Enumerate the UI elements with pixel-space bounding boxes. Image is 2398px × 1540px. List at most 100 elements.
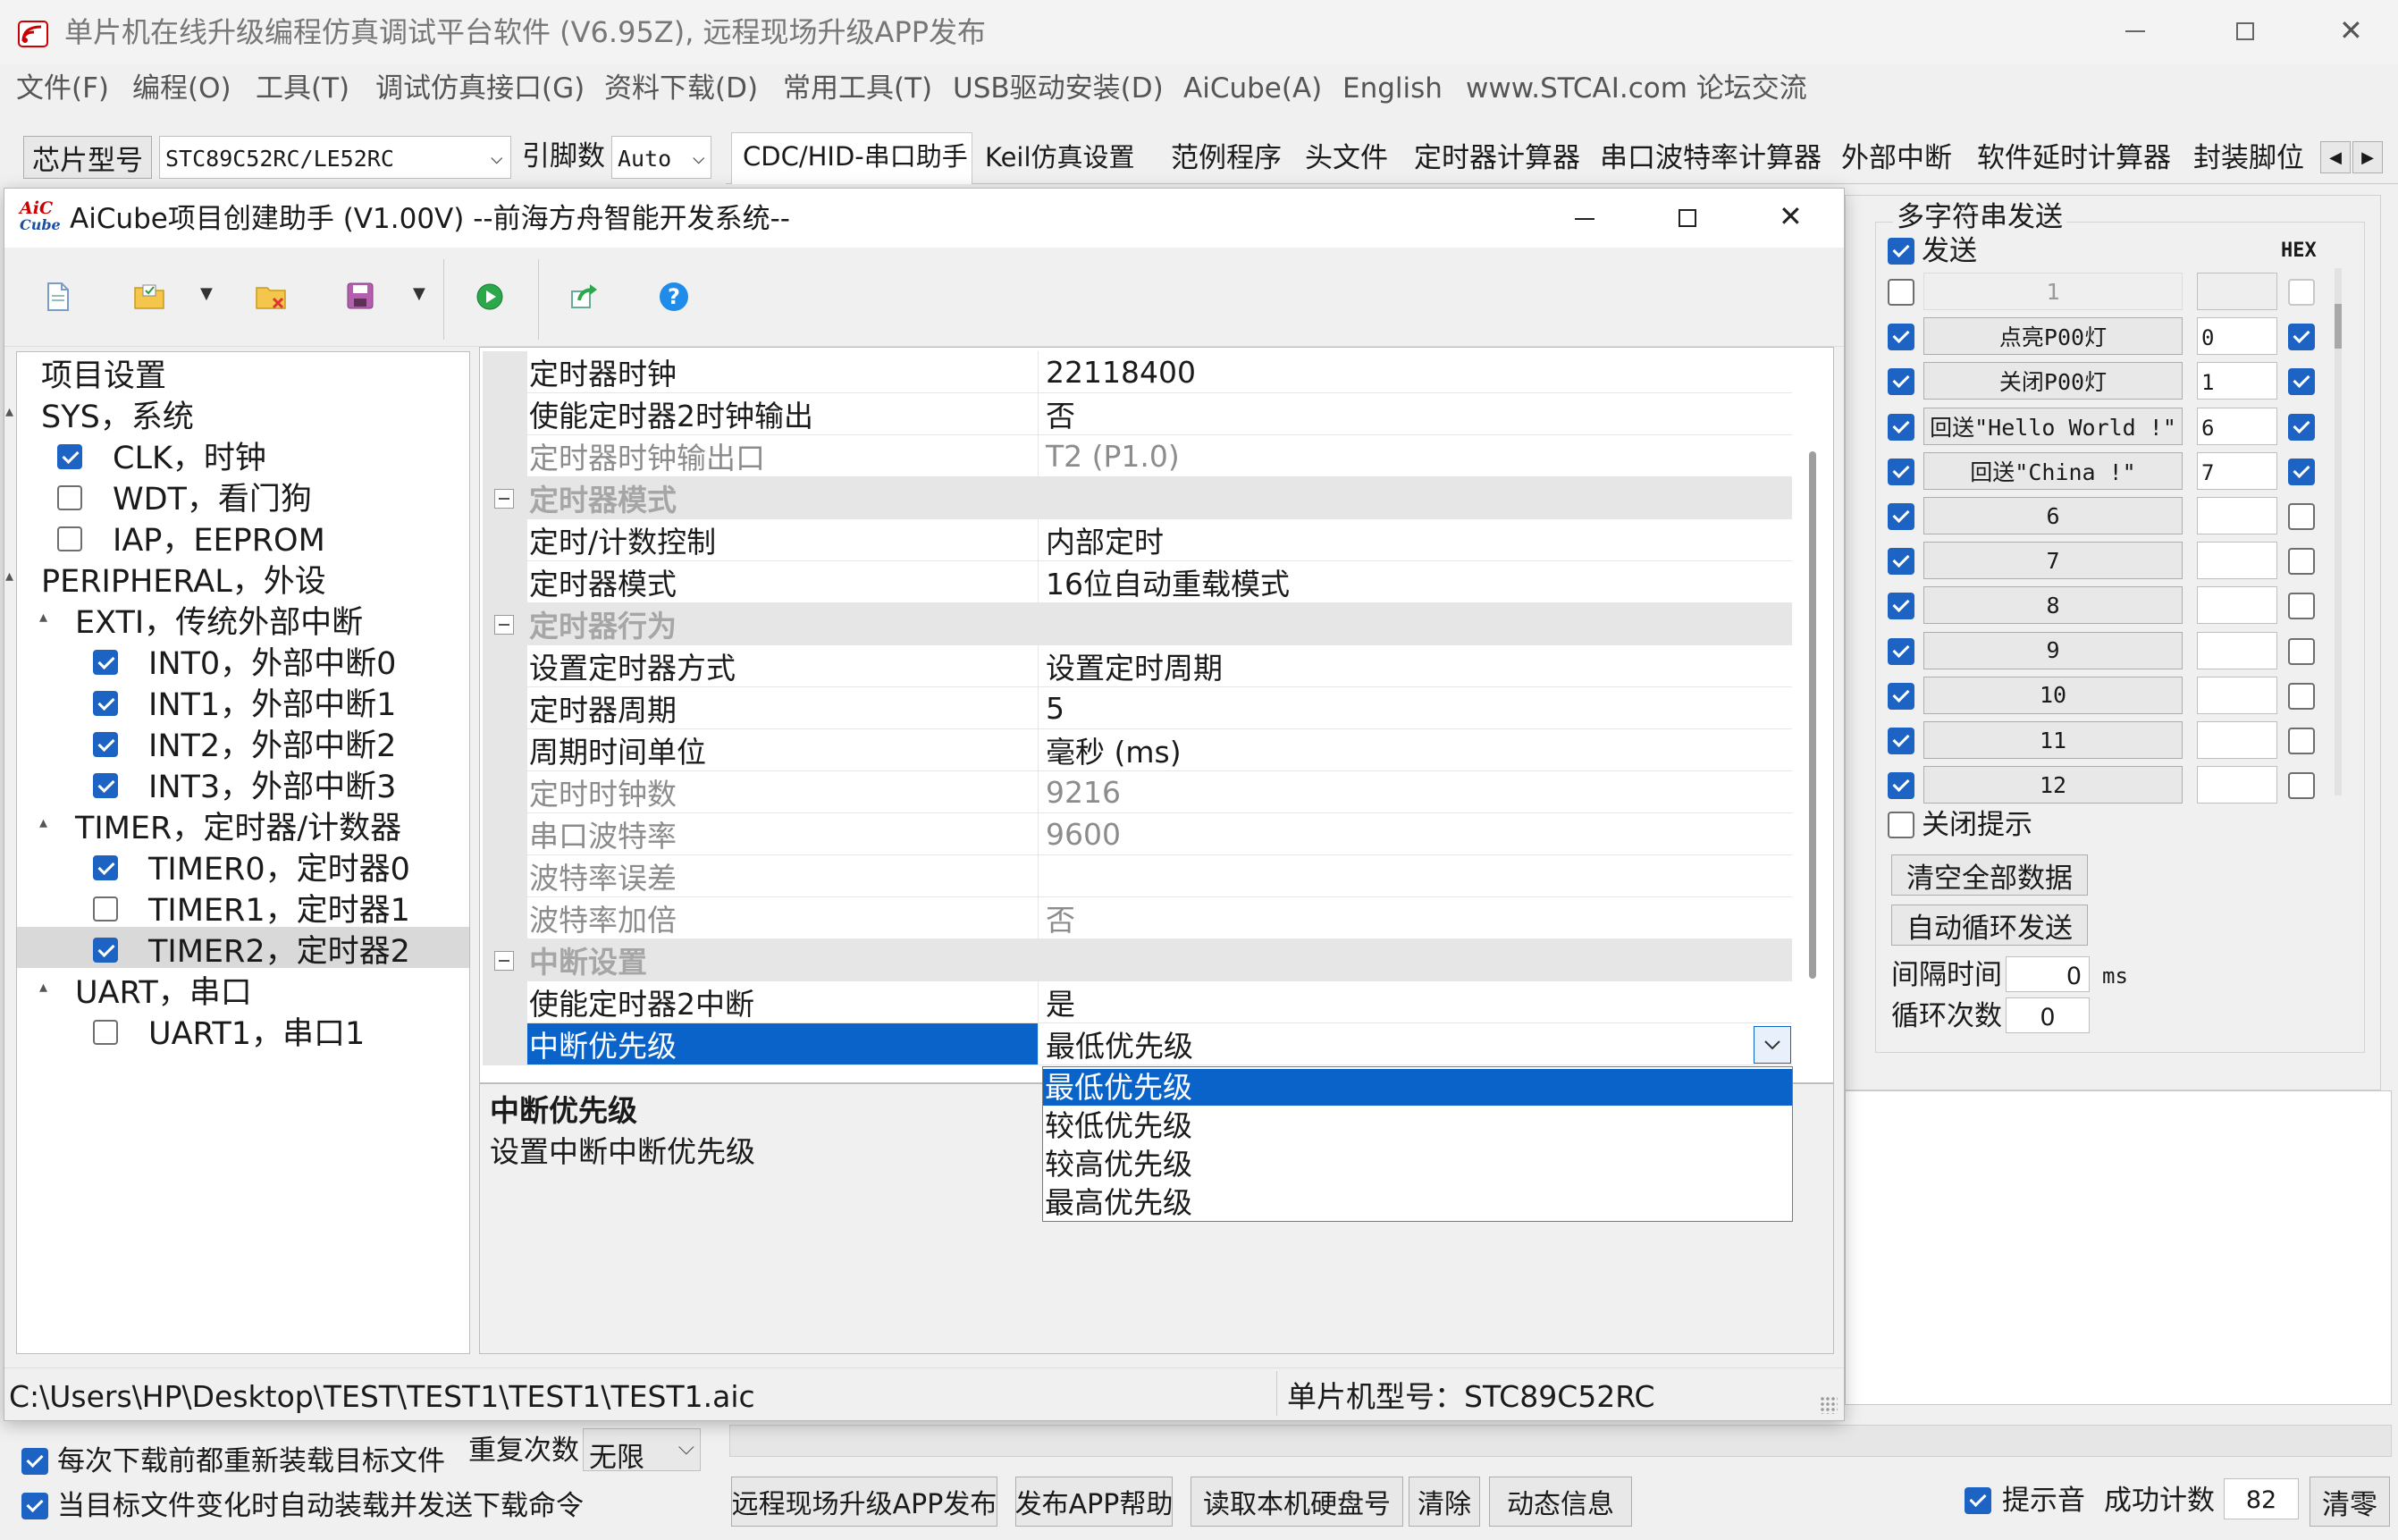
clear-all-button[interactable]: 清空全部数据: [1891, 854, 2088, 896]
property-category[interactable]: 中断设置: [483, 939, 1792, 981]
send-row-checkbox[interactable]: [1888, 413, 1914, 441]
tree-node[interactable]: CLK，时钟: [113, 443, 266, 475]
publish-help-button[interactable]: 发布APP帮助: [1015, 1477, 1173, 1527]
send-row-checkbox[interactable]: [1888, 279, 1914, 306]
property-value[interactable]: 9600: [1039, 813, 1792, 854]
send-string-button[interactable]: 12: [1923, 766, 2183, 804]
send-row-checkbox[interactable]: [1888, 548, 1914, 576]
priority-option[interactable]: 较低优先级: [1043, 1107, 1792, 1144]
send-string-button[interactable]: 9: [1923, 631, 2183, 669]
dynamic-info-button[interactable]: 动态信息: [1489, 1477, 1632, 1527]
send-string-input[interactable]: [2197, 766, 2277, 804]
menu-website[interactable]: www.STCAI.com 论坛交流: [1466, 75, 1807, 103]
property-row[interactable]: 设置定时器方式 设置定时周期: [483, 645, 1792, 687]
clear-button[interactable]: 清除: [1409, 1477, 1480, 1527]
tree-expand-arrow-icon[interactable]: ▴: [5, 567, 13, 585]
property-row[interactable]: 定时器周期 5: [483, 687, 1792, 729]
interval-input[interactable]: 0: [2006, 956, 2090, 992]
tree-node[interactable]: INT1，外部中断1: [148, 690, 396, 721]
property-row[interactable]: 周期时间单位 毫秒 (ms): [483, 729, 1792, 771]
tree-node[interactable]: PERIPHERAL，外设: [41, 567, 326, 598]
open-dropdown-icon[interactable]: ▼: [200, 286, 213, 302]
tab-baud-calc[interactable]: 串口波特率计算器: [1600, 145, 1822, 173]
menu-english[interactable]: English: [1342, 75, 1443, 103]
tree-expand-arrow-icon[interactable]: ▴: [39, 608, 47, 627]
property-value[interactable]: 最低优先级: [1039, 1023, 1792, 1065]
property-value[interactable]: 22118400: [1039, 351, 1792, 392]
send-row-checkbox[interactable]: [1888, 458, 1914, 485]
receive-area[interactable]: [1845, 1090, 2392, 1405]
tree-node[interactable]: 项目设置: [41, 361, 166, 392]
property-row[interactable]: 定时器模式 16位自动重载模式: [483, 561, 1792, 603]
send-all-checkbox[interactable]: [1888, 238, 1914, 265]
send-string-input[interactable]: [2197, 721, 2277, 759]
hex-checkbox[interactable]: [2288, 279, 2315, 306]
priority-option[interactable]: 较高优先级: [1043, 1146, 1792, 1182]
tree-node[interactable]: UART1，串口1: [148, 1019, 365, 1050]
tree-checkbox[interactable]: [93, 691, 118, 716]
property-row[interactable]: 波特率误差: [483, 855, 1792, 897]
tree-checkbox[interactable]: [93, 855, 118, 880]
send-string-button[interactable]: 7: [1923, 542, 2183, 580]
property-value[interactable]: 否: [1039, 897, 1792, 938]
dialog-maximize-icon[interactable]: [1679, 209, 1696, 227]
tree-checkbox[interactable]: [93, 938, 118, 963]
beep-checkbox[interactable]: [1965, 1487, 1991, 1514]
collapse-icon[interactable]: [494, 489, 514, 509]
send-row-checkbox[interactable]: [1888, 593, 1914, 620]
save-dropdown-icon[interactable]: ▼: [413, 286, 425, 302]
tab-package-pins[interactable]: 封装脚位: [2193, 145, 2304, 173]
hex-checkbox[interactable]: [2288, 458, 2315, 485]
close-icon[interactable]: ✕: [2339, 16, 2363, 45]
send-row-checkbox[interactable]: [1888, 324, 1914, 351]
hex-checkbox[interactable]: [2288, 772, 2315, 800]
minimize-icon[interactable]: [2125, 30, 2145, 32]
menu-usb-driver[interactable]: USB驱动安装(D): [953, 75, 1164, 103]
hex-checkbox[interactable]: [2288, 728, 2315, 754]
resize-grip-icon[interactable]: [1820, 1396, 1838, 1414]
property-value[interactable]: 内部定时: [1039, 519, 1792, 560]
publish-app-button[interactable]: 远程现场升级APP发布: [731, 1477, 997, 1527]
export-icon[interactable]: [570, 282, 599, 309]
send-string-input[interactable]: 6: [2197, 407, 2277, 445]
send-row-checkbox[interactable]: [1888, 503, 1914, 530]
send-string-input[interactable]: [2197, 586, 2277, 625]
chip-select[interactable]: STC89C52RC/LE52RC ⌵: [159, 136, 511, 179]
collapse-icon[interactable]: [494, 615, 514, 635]
tree-checkbox[interactable]: [93, 1020, 118, 1045]
property-value[interactable]: 5: [1039, 687, 1792, 728]
collapse-icon[interactable]: [494, 951, 514, 971]
hex-checkbox[interactable]: [2288, 593, 2315, 620]
property-row[interactable]: 中断优先级 最低优先级: [483, 1023, 1792, 1065]
send-string-button[interactable]: 1: [1923, 273, 2183, 310]
hex-checkbox[interactable]: [2288, 548, 2315, 576]
property-row[interactable]: 波特率加倍否: [483, 897, 1792, 939]
read-disk-id-button[interactable]: 读取本机硬盘号: [1191, 1477, 1403, 1527]
auto-reload-checkbox[interactable]: [21, 1493, 48, 1519]
hex-checkbox[interactable]: [2288, 368, 2315, 396]
tree-node[interactable]: IAP，EEPROM: [113, 526, 325, 557]
send-string-input[interactable]: [2197, 631, 2277, 669]
save-icon[interactable]: [347, 282, 374, 309]
send-row-checkbox[interactable]: [1888, 637, 1914, 665]
send-string-button[interactable]: 8: [1923, 586, 2183, 625]
hex-checkbox[interactable]: [2288, 637, 2315, 665]
menu-aicube[interactable]: AiCube(A): [1183, 75, 1322, 103]
property-value[interactable]: 否: [1039, 393, 1792, 434]
tab-scroll-right-icon[interactable]: ▶: [2352, 141, 2383, 173]
property-row[interactable]: 使能定时器2时钟输出否: [483, 393, 1792, 435]
property-scrollbar-thumb[interactable]: [1809, 451, 1816, 979]
tab-examples[interactable]: 范例程序: [1171, 145, 1282, 173]
repeat-select[interactable]: 无限 ⌵: [583, 1428, 701, 1474]
property-category[interactable]: 定时器模式: [483, 477, 1792, 519]
send-row-checkbox[interactable]: [1888, 682, 1914, 710]
property-value[interactable]: T2 (P1.0): [1039, 435, 1792, 476]
tree-node[interactable]: INT2，外部中断2: [148, 731, 396, 762]
send-string-button[interactable]: 关闭P00灯: [1923, 362, 2183, 400]
tree-expand-arrow-icon[interactable]: ▴: [5, 402, 13, 421]
tree-node[interactable]: TIMER0，定时器0: [148, 854, 410, 886]
tree-node[interactable]: INT3，外部中断3: [148, 772, 396, 804]
send-string-input[interactable]: [2197, 542, 2277, 580]
tree-node[interactable]: TIMER，定时器/计数器: [75, 813, 401, 845]
tab-scroll-left-icon[interactable]: ◀: [2320, 141, 2351, 173]
